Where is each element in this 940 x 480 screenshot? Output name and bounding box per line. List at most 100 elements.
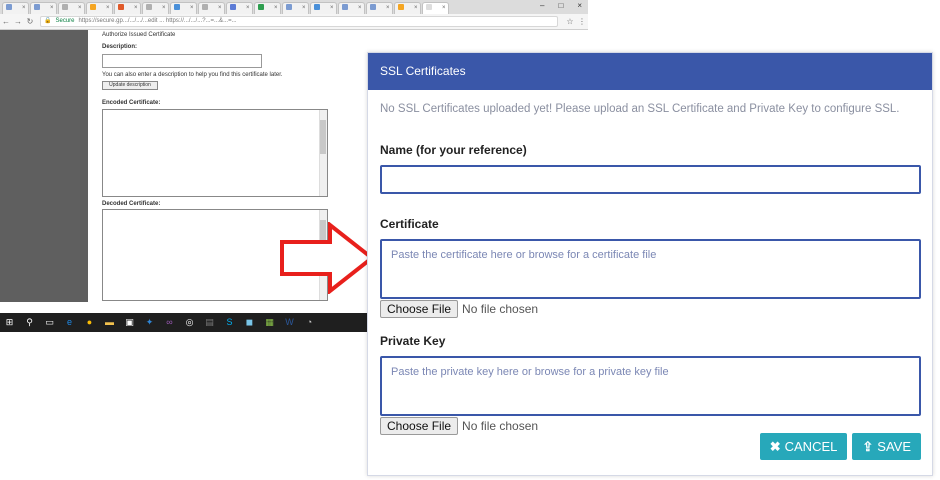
cancel-button-label: CANCEL xyxy=(784,439,838,454)
tab-close-icon[interactable]: × xyxy=(106,5,110,11)
browser-tab[interactable]: × xyxy=(394,2,421,14)
bg-heading: Authorize Issued Certificate xyxy=(102,32,176,38)
save-button[interactable]: ⇪ SAVE xyxy=(852,433,921,460)
private-key-choose-file-button[interactable]: Choose File xyxy=(380,417,459,435)
tab-close-icon[interactable]: × xyxy=(50,5,54,11)
close-icon[interactable]: × xyxy=(577,0,582,12)
tab-favicon-icon xyxy=(230,4,236,11)
tab-favicon-icon xyxy=(426,4,432,11)
dropbox-icon[interactable]: ✦ xyxy=(144,317,155,328)
browser-tab[interactable]: × xyxy=(2,2,29,14)
edge-icon[interactable]: e xyxy=(64,317,75,328)
bookmark-star-icon[interactable]: ☆ xyxy=(564,17,576,26)
app-icon[interactable]: ◔ xyxy=(304,317,315,328)
save-button-label: SAVE xyxy=(877,439,911,454)
app-icon[interactable]: ◼ xyxy=(244,317,255,328)
tab-close-icon[interactable]: × xyxy=(302,5,306,11)
certificate-label: Certificate xyxy=(380,217,439,231)
browser-menu-icon[interactable]: ⋮ xyxy=(576,17,588,26)
tab-close-icon[interactable]: × xyxy=(330,5,334,11)
modal-body: No SSL Certificates uploaded yet! Please… xyxy=(368,103,932,435)
certificate-textarea[interactable] xyxy=(380,239,921,299)
browser-tab[interactable]: × xyxy=(170,2,197,14)
task-view-icon[interactable]: ▭ xyxy=(44,317,55,328)
tab-favicon-icon xyxy=(62,4,68,11)
certificate-file-picker: Choose File No file chosen xyxy=(380,300,920,318)
browser-tab[interactable]: × xyxy=(58,2,85,14)
tab-favicon-icon xyxy=(342,4,348,11)
maximize-icon[interactable]: □ xyxy=(558,0,563,12)
browser-address-bar: ← → ↻ 🔒 Secure https://secure.gp.../.../..… xyxy=(0,14,588,30)
file-explorer-icon[interactable]: ▬ xyxy=(104,317,115,328)
tab-close-icon[interactable]: × xyxy=(442,5,446,11)
secure-label: Secure xyxy=(55,18,75,24)
tab-close-icon[interactable]: × xyxy=(190,5,194,11)
browser-tab[interactable]: × xyxy=(310,2,337,14)
browser-tab[interactable]: × xyxy=(114,2,141,14)
url-input[interactable]: 🔒 Secure https://secure.gp.../.../.../...e… xyxy=(40,16,558,27)
tab-close-icon[interactable]: × xyxy=(134,5,138,11)
green-app-icon[interactable]: ▦ xyxy=(264,317,275,328)
tab-favicon-icon xyxy=(174,4,180,11)
tab-close-icon[interactable]: × xyxy=(246,5,250,11)
infinity-icon[interactable]: ∞ xyxy=(164,317,175,328)
private-key-no-file-text: No file chosen xyxy=(462,419,539,433)
tab-close-icon[interactable]: × xyxy=(386,5,390,11)
bg-encoded-textarea[interactable] xyxy=(102,109,328,197)
bg-scroll-thumb[interactable] xyxy=(320,120,326,154)
store-icon[interactable]: ▣ xyxy=(124,317,135,328)
bg-decoded-label: Decoded Certificate: xyxy=(102,201,161,207)
browser-tab[interactable]: × xyxy=(226,2,253,14)
tab-favicon-icon xyxy=(286,4,292,11)
close-icon: ✖ xyxy=(769,438,781,454)
tab-favicon-icon xyxy=(146,4,152,11)
browser-tab[interactable]: × xyxy=(198,2,225,14)
word-icon[interactable]: W xyxy=(284,317,295,328)
browser-tab[interactable]: × xyxy=(366,2,393,14)
modal-title: SSL Certificates xyxy=(380,64,466,78)
chrome-icon[interactable]: ● xyxy=(84,317,95,328)
tab-close-icon[interactable]: × xyxy=(22,5,26,11)
bg-description-input[interactable] xyxy=(102,54,262,68)
tab-close-icon[interactable]: × xyxy=(358,5,362,11)
browser-tab-strip: × × × × × × × × × × × × × × × × – □ × xyxy=(0,0,588,14)
cancel-button[interactable]: ✖ CANCEL xyxy=(759,433,848,460)
browser-tab[interactable]: × xyxy=(338,2,365,14)
tab-close-icon[interactable]: × xyxy=(218,5,222,11)
url-text: https://secure.gp.../.../.../...edit ...… xyxy=(78,18,237,24)
forward-icon[interactable]: → xyxy=(12,17,24,26)
certificate-no-file-text: No file chosen xyxy=(462,302,539,316)
tab-favicon-icon xyxy=(6,4,12,11)
left-gray-panel xyxy=(0,30,88,302)
red-arrow-annotation xyxy=(280,222,375,294)
browser-tab[interactable]: × xyxy=(254,2,281,14)
tab-close-icon[interactable]: × xyxy=(78,5,82,11)
tab-close-icon[interactable]: × xyxy=(414,5,418,11)
browser-tab[interactable]: × xyxy=(30,2,57,14)
app-icon[interactable]: ▤ xyxy=(204,317,215,328)
browser-tab[interactable]: × xyxy=(282,2,309,14)
search-icon[interactable]: ⚲ xyxy=(24,317,35,328)
windows-start-icon[interactable]: ⊞ xyxy=(4,317,15,328)
certificate-choose-file-button[interactable]: Choose File xyxy=(380,300,459,318)
tab-close-icon[interactable]: × xyxy=(274,5,278,11)
tab-close-icon[interactable]: × xyxy=(162,5,166,11)
bg-scrollbar[interactable] xyxy=(319,110,327,196)
bg-update-description-button[interactable]: Update description xyxy=(102,81,158,90)
steam-icon[interactable]: ◎ xyxy=(184,317,195,328)
browser-tab[interactable]: × xyxy=(86,2,113,14)
skype-icon[interactable]: S xyxy=(224,317,235,328)
bg-description-help: You can also enter a description to help… xyxy=(102,72,283,78)
ssl-certificates-modal: SSL Certificates No SSL Certificates upl… xyxy=(367,52,933,476)
name-input[interactable] xyxy=(380,165,921,194)
tab-favicon-icon xyxy=(398,4,404,11)
window-controls: – □ × xyxy=(540,0,582,12)
private-key-textarea[interactable] xyxy=(380,356,921,416)
minimize-icon[interactable]: – xyxy=(540,0,544,12)
tab-favicon-icon xyxy=(90,4,96,11)
browser-tab[interactable]: × xyxy=(422,2,449,14)
tab-favicon-icon xyxy=(314,4,320,11)
browser-tab[interactable]: × xyxy=(142,2,169,14)
reload-icon[interactable]: ↻ xyxy=(24,17,36,26)
back-icon[interactable]: ← xyxy=(0,17,12,26)
